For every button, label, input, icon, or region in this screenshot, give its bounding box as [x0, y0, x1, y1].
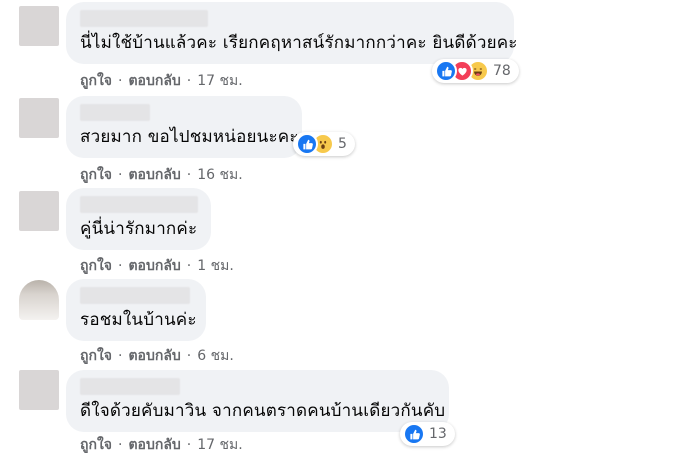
separator: · — [118, 167, 123, 183]
comment-timestamp[interactable]: 1 ชม. — [197, 255, 234, 277]
separator: · — [186, 167, 192, 183]
comment-bubble: ดีใจด้วยคับมาวิน จากคนตราดคนบ้านเดียวกัน… — [66, 370, 449, 432]
reaction-summary[interactable]: 5 — [293, 132, 355, 156]
reaction-count: 13 — [429, 426, 447, 442]
separator: · — [186, 73, 192, 89]
avatar[interactable] — [19, 6, 59, 46]
comment-actions: ถูกใจ · ตอบกลับ · 17 ชม. — [80, 70, 243, 92]
avatar[interactable] — [19, 280, 59, 320]
separator: · — [186, 437, 192, 453]
like-link[interactable]: ถูกใจ — [80, 345, 112, 367]
reply-link[interactable]: ตอบกลับ — [128, 345, 180, 367]
reply-link[interactable]: ตอบกลับ — [128, 255, 180, 277]
comment-timestamp[interactable]: 17 ชม. — [197, 70, 242, 92]
comment-timestamp[interactable]: 16 ชม. — [197, 164, 242, 186]
avatar[interactable] — [19, 191, 59, 231]
reaction-count: 5 — [338, 136, 347, 152]
comment-actions: ถูกใจ · ตอบกลับ · 6 ชม. — [80, 345, 234, 367]
comment-timestamp[interactable]: 17 ชม. — [197, 434, 242, 456]
comment-text: นี่ไม่ใช้บ้านแล้วคะ เรียกคฤหาสน์รักมากกว… — [80, 33, 518, 53]
avatar[interactable] — [19, 98, 59, 138]
like-icon — [435, 60, 457, 82]
reaction-summary[interactable]: 13 — [400, 422, 455, 446]
comment-text: ดีใจด้วยคับมาวิน จากคนตราดคนบ้านเดียวกัน… — [80, 401, 446, 421]
separator: · — [186, 258, 192, 274]
comment-actions: ถูกใจ · ตอบกลับ · 16 ชม. — [80, 164, 243, 186]
like-link[interactable]: ถูกใจ — [80, 255, 112, 277]
like-link[interactable]: ถูกใจ — [80, 434, 112, 456]
comment-bubble: รอชมในบ้านค่ะ — [66, 279, 206, 341]
author-name-redacted[interactable] — [80, 196, 198, 213]
comment-actions: ถูกใจ · ตอบกลับ · 17 ชม. — [80, 434, 243, 456]
separator: · — [186, 348, 192, 364]
separator: · — [118, 437, 123, 453]
author-name-redacted[interactable] — [80, 104, 150, 121]
comment-timestamp[interactable]: 6 ชม. — [197, 345, 234, 367]
separator: · — [118, 258, 123, 274]
reply-link[interactable]: ตอบกลับ — [128, 70, 180, 92]
reply-link[interactable]: ตอบกลับ — [128, 434, 180, 456]
separator: · — [118, 348, 123, 364]
comment-bubble: คู่นี่น่ารักมากค่ะ — [66, 188, 211, 250]
comment-text: คู่นี่น่ารักมากค่ะ — [80, 219, 198, 239]
avatar[interactable] — [19, 370, 59, 410]
comment-bubble: สวยมาก ขอไปชมหน่อยนะคะ — [66, 96, 302, 158]
author-name-redacted[interactable] — [80, 378, 180, 395]
author-name-redacted[interactable] — [80, 10, 208, 27]
separator: · — [118, 73, 123, 89]
comment-actions: ถูกใจ · ตอบกลับ · 1 ชม. — [80, 255, 234, 277]
comment-text: รอชมในบ้านค่ะ — [80, 310, 197, 330]
reaction-summary[interactable]: 78 — [432, 59, 519, 83]
reply-link[interactable]: ตอบกลับ — [128, 164, 180, 186]
comment-text: สวยมาก ขอไปชมหน่อยนะคะ — [80, 127, 299, 147]
like-link[interactable]: ถูกใจ — [80, 70, 112, 92]
reaction-count: 78 — [493, 63, 511, 79]
author-name-redacted[interactable] — [80, 287, 190, 304]
comment-bubble: นี่ไม่ใช้บ้านแล้วคะ เรียกคฤหาสน์รักมากกว… — [66, 2, 517, 64]
like-icon — [296, 133, 318, 155]
like-icon — [403, 423, 425, 445]
like-link[interactable]: ถูกใจ — [80, 164, 112, 186]
